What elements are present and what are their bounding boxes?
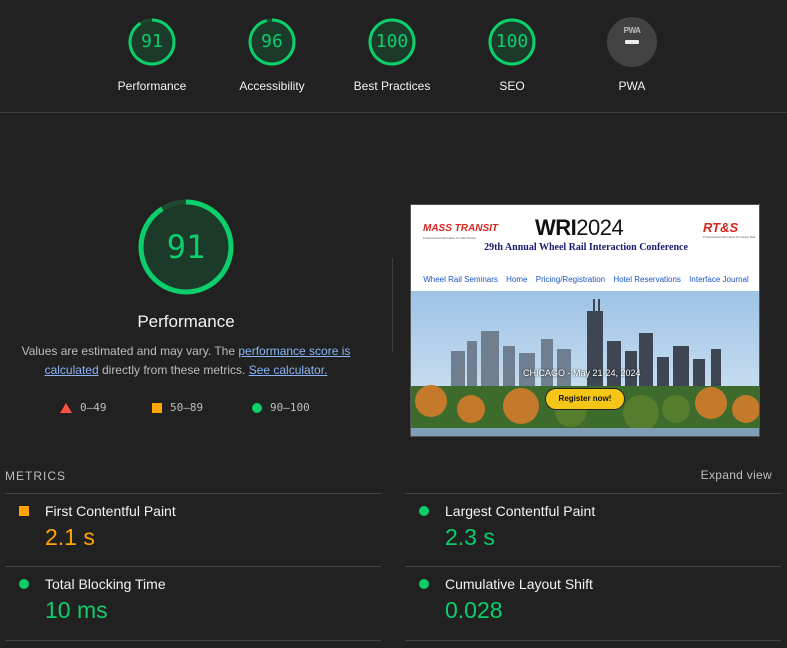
pwa-badge-text: PWA <box>623 26 641 35</box>
vertical-divider <box>392 258 393 352</box>
legend-range: 90–100 <box>270 401 310 414</box>
wri-text: WRI <box>535 215 577 240</box>
nav-item: Home <box>506 275 528 284</box>
rts-tagline: Professional Information for Heavy Rail <box>703 235 756 239</box>
gauge-ring: 96 <box>247 17 297 67</box>
legend-pass: 90–100 <box>252 401 310 414</box>
gauge-label: Performance <box>117 79 187 93</box>
gauge-label: Accessibility <box>239 79 305 93</box>
metric-cls: Cumulative Layout Shift 0.028 <box>405 567 781 641</box>
wri-title: WRI2024 <box>535 215 624 241</box>
pwa-badge-icon: PWA <box>607 17 657 67</box>
performance-title: Performance <box>137 312 235 331</box>
conference-title: 29th Annual Wheel Rail Interaction Confe… <box>484 242 688 253</box>
metric-name: Largest Contentful Paint <box>445 503 596 519</box>
expand-view-button[interactable]: Expand view <box>701 468 772 482</box>
legend-range: 0–49 <box>80 401 107 414</box>
nav-item: Wheel Rail Seminars <box>423 275 498 284</box>
register-now-button: Register now! <box>545 388 625 410</box>
desc-text: directly from these metrics. <box>98 363 249 377</box>
gauge-label: SEO <box>499 79 525 93</box>
gauge-pwa[interactable]: PWA PWA <box>577 17 687 93</box>
gauge-ring: 100 <box>487 17 537 67</box>
circle-icon <box>252 403 262 413</box>
performance-score: 91 <box>166 228 206 266</box>
square-icon <box>152 403 162 413</box>
triangle-icon <box>60 403 72 413</box>
metric-name: Cumulative Layout Shift <box>445 576 593 592</box>
legend-range: 50–89 <box>170 401 204 414</box>
gauge-ring: 100 <box>367 17 417 67</box>
metric-name: First Contentful Paint <box>45 503 176 519</box>
metrics-header: METRICS <box>5 469 66 483</box>
pwa-dash-icon <box>625 40 639 44</box>
pass-circle-icon <box>419 506 429 516</box>
metric-name: Total Blocking Time <box>45 576 166 592</box>
gauge-accessibility[interactable]: 96 Accessibility <box>217 17 327 93</box>
gauge-ring: 91 <box>127 17 177 67</box>
screenshot-header: MASS TRANSIT Professional Information fo… <box>411 205 759 291</box>
gauge-score: 100 <box>375 31 409 52</box>
performance-score-gauge: 91 <box>136 197 236 297</box>
gauge-score: 91 <box>141 31 163 52</box>
metric-value: 2.3 s <box>445 524 495 550</box>
legend-average: 50–89 <box>152 401 203 414</box>
category-summary-bar: 91 Performance 96 Accessibility 100 Best… <box>0 0 787 113</box>
final-screenshot[interactable]: MASS TRANSIT Professional Information fo… <box>410 204 760 437</box>
screenshot-nav: Wheel Rail Seminars Home Pricing/Registr… <box>411 275 759 284</box>
gauge-score: 96 <box>261 31 283 52</box>
legend-fail: 0–49 <box>60 401 107 414</box>
metric-fcp: First Contentful Paint 2.1 s <box>5 493 381 567</box>
gauge-label: PWA <box>618 79 646 93</box>
gauge-seo[interactable]: 100 SEO <box>457 17 567 93</box>
event-caption: CHICAGO - May 21-24, 2024 <box>523 368 641 378</box>
metric-lcp: Largest Contentful Paint 2.3 s <box>405 493 781 567</box>
mass-transit-tagline: Professional Information for Rail Transi… <box>423 236 476 240</box>
desc-text: Values are estimated and may vary. The <box>21 344 239 358</box>
metric-value: 0.028 <box>445 597 503 623</box>
pass-circle-icon <box>19 579 29 589</box>
mass-transit-logo: MASS TRANSIT <box>423 223 498 234</box>
nav-item: Interface Journal <box>689 275 749 284</box>
gauge-performance[interactable]: 91 Performance <box>97 17 207 93</box>
metric-value: 10 ms <box>45 597 108 623</box>
performance-description: Values are estimated and may vary. The p… <box>14 342 358 380</box>
rts-logo: RT&S <box>703 220 739 235</box>
gauge-score: 100 <box>495 31 529 52</box>
average-square-icon <box>19 506 29 516</box>
gauge-best-practices[interactable]: 100 Best Practices <box>337 17 447 93</box>
see-calculator-link[interactable]: See calculator. <box>249 363 328 377</box>
metric-tbt: Total Blocking Time 10 ms <box>5 567 381 641</box>
wri-year: 2024 <box>576 215 624 240</box>
pass-circle-icon <box>419 579 429 589</box>
nav-item: Pricing/Registration <box>535 275 606 284</box>
chicago-skyline-image: CHICAGO - May 21-24, 2024 Register now! <box>411 291 759 436</box>
gauge-label: Best Practices <box>353 79 431 93</box>
nav-item: Hotel Reservations <box>613 275 681 284</box>
metric-value: 2.1 s <box>45 524 95 550</box>
